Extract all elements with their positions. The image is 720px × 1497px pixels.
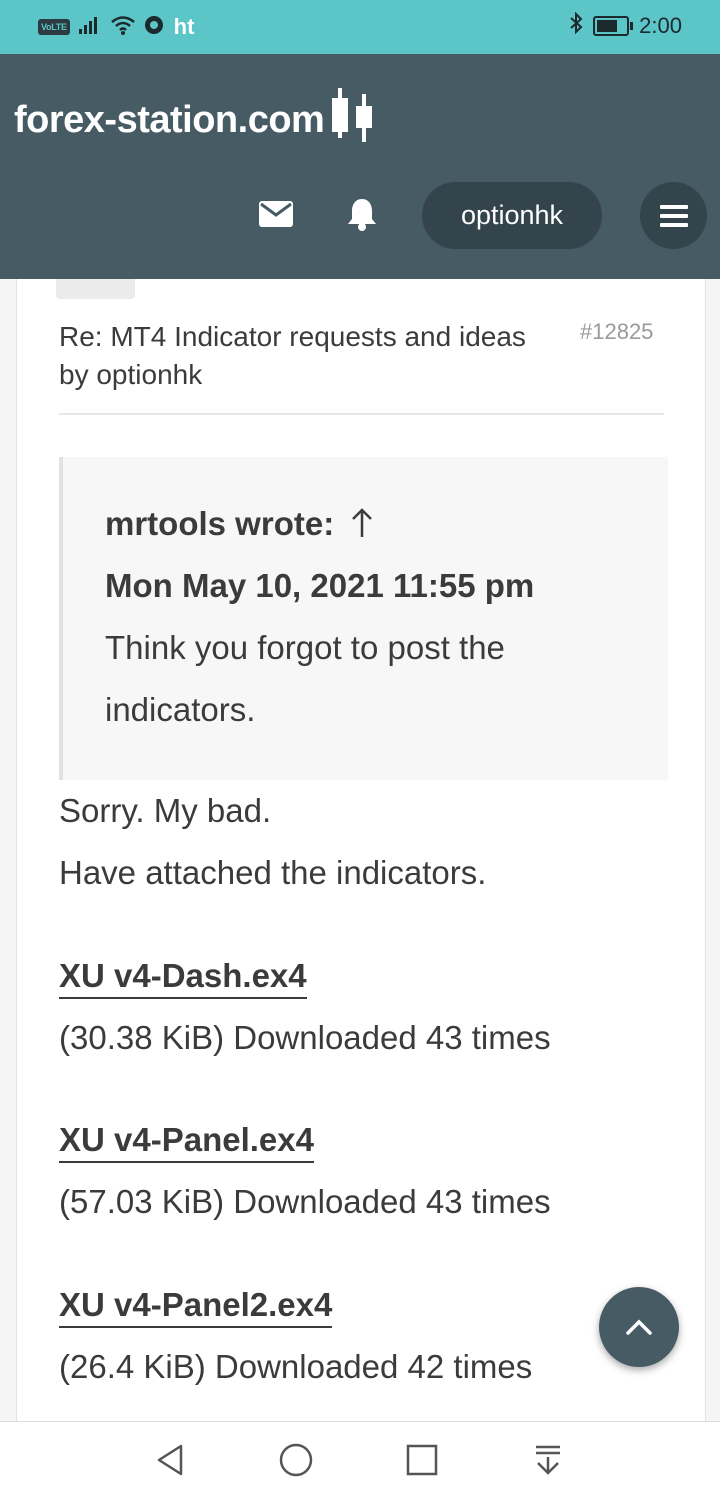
post-title[interactable]: Re: MT4 Indicator requests and ideas — [59, 321, 526, 352]
quote-author-text: mrtools wrote: — [105, 505, 335, 542]
quote-text-line1: Think you forgot to post the — [105, 629, 505, 666]
post-tab-decoration — [56, 279, 135, 299]
status-bar: VoLTE ht 2:00 — [0, 0, 720, 54]
status-left: VoLTE ht — [38, 14, 194, 40]
post-body-line2: Have attached the indicators. — [59, 854, 487, 891]
quote-author: mrtools wrote: — [105, 505, 373, 543]
clock: 2:00 — [639, 13, 682, 38]
recents-nav-icon[interactable] — [400, 1438, 444, 1482]
scroll-to-top-button[interactable] — [599, 1287, 679, 1367]
attachment-link[interactable]: XU v4-Dash.ex4 — [59, 957, 307, 999]
quote-jump-arrow-icon[interactable] — [343, 505, 373, 542]
attachment-link[interactable]: XU v4-Panel.ex4 — [59, 1121, 314, 1163]
hamburger-menu-button[interactable] — [640, 182, 707, 249]
home-nav-icon[interactable] — [274, 1438, 318, 1482]
chevron-up-icon — [626, 1319, 652, 1335]
candlestick-logo-icon — [332, 88, 380, 142]
attachment-link[interactable]: XU v4-Panel2.ex4 — [59, 1286, 333, 1328]
post-divider — [59, 413, 664, 415]
notification-pulldown-icon[interactable] — [526, 1438, 570, 1482]
battery-icon — [593, 16, 634, 36]
messages-icon[interactable] — [254, 192, 298, 236]
bluetooth-icon — [569, 11, 583, 40]
site-logo[interactable]: forex-station.com — [14, 88, 380, 142]
volte-icon: VoLTE — [38, 19, 70, 35]
system-nav-bar — [0, 1421, 720, 1497]
hamburger-icon — [659, 204, 688, 227]
attachment-meta: (57.03 KiB) Downloaded 43 times — [59, 1183, 551, 1220]
quote-date: Mon May 10, 2021 11:55 pm — [105, 567, 535, 604]
status-right: 2:00 — [569, 11, 682, 40]
post-header: Re: MT4 Indicator requests and ideas by … — [59, 318, 669, 394]
notifications-bell-icon[interactable] — [340, 192, 384, 236]
wifi-icon — [110, 15, 136, 40]
quote-text-line2: indicators. — [105, 691, 256, 728]
post-byline: by optionhk — [59, 359, 203, 390]
post-number-link[interactable]: #12825 — [580, 319, 653, 345]
chrome-icon — [144, 15, 164, 40]
attachment-meta: (26.4 KiB) Downloaded 42 times — [59, 1348, 533, 1385]
quote-block: mrtools wrote: Mon May 10, 2021 11:55 pm… — [59, 457, 668, 780]
username-label: optionhk — [460, 200, 564, 230]
signal-icon — [78, 15, 102, 40]
post-body-line1: Sorry. My bad. — [59, 792, 272, 829]
carrier-label: ht — [173, 14, 195, 39]
attachment-meta: (30.38 KiB) Downloaded 43 times — [59, 1019, 551, 1056]
user-menu-button[interactable]: optionhk — [422, 182, 602, 249]
site-header: forex-station.com optionhk — [0, 54, 720, 279]
back-nav-icon[interactable] — [148, 1438, 192, 1482]
logo-text: forex-station.com — [14, 99, 325, 141]
